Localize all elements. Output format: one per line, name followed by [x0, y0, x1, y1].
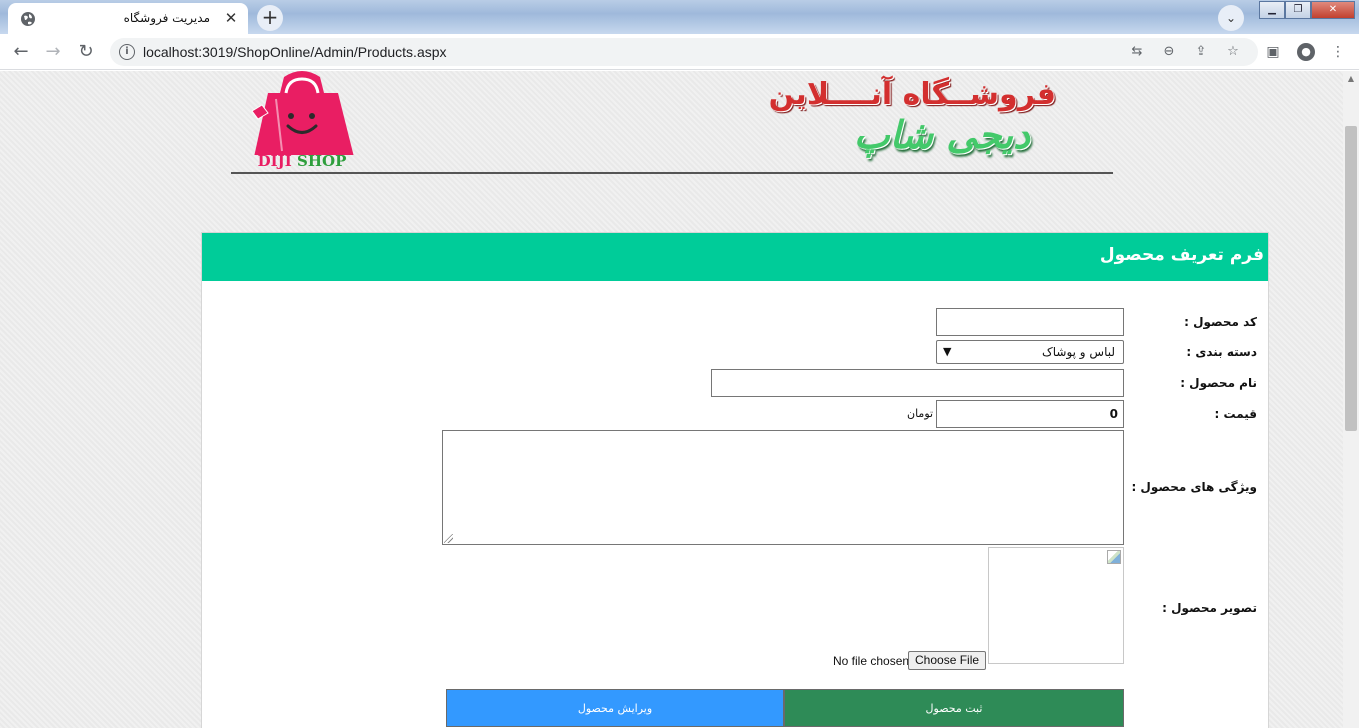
window-close-button[interactable]: ✕: [1311, 1, 1355, 19]
diji-shop-logo[interactable]: DIJI SHOP: [246, 71, 358, 171]
resize-grip-icon[interactable]: [444, 534, 453, 543]
page-scrollbar[interactable]: ▲: [1343, 71, 1359, 728]
new-tab-button[interactable]: +: [257, 5, 283, 31]
browser-tab-strip: مدیریت فروشگاه ✕ + ⌄ ▁ ❐ ✕: [0, 0, 1359, 34]
bookmark-star-icon[interactable]: ☆: [1224, 43, 1242, 61]
logo-word-shop: SHOP: [297, 152, 347, 170]
product-image-label: تصویر محصول :: [1162, 601, 1257, 615]
form-title: فرم تعریف محصول: [1099, 245, 1264, 265]
side-panel-icon[interactable]: ▣: [1264, 43, 1282, 61]
reload-icon[interactable]: ↻: [74, 40, 98, 64]
category-label: دسته بندی :: [1186, 345, 1257, 359]
scroll-up-arrow-icon[interactable]: ▲: [1346, 74, 1356, 84]
chevron-down-icon: ▼: [943, 345, 952, 358]
minimize-button[interactable]: ▁: [1259, 1, 1285, 19]
price-label: قیمت :: [1214, 407, 1257, 421]
window-controls: ▁ ❐ ✕: [1259, 1, 1355, 19]
page-viewport: DIJI SHOP فروشــگاه آنــــلاین دیجی شاپ …: [0, 71, 1343, 728]
tab-search-button[interactable]: ⌄: [1218, 5, 1244, 31]
back-arrow-icon[interactable]: ←: [9, 40, 33, 64]
chevron-down-icon: ⌄: [1225, 11, 1237, 25]
shopping-bag-icon: [251, 71, 354, 157]
site-info-icon[interactable]: i: [119, 44, 135, 60]
banner-title-diji-shop: دیجی شاپ: [853, 113, 1030, 157]
features-label: ویژگی های محصول :: [1131, 480, 1257, 494]
banner-title-online-shop: فروشــگاه آنــــلاین: [768, 77, 1056, 112]
shop-banner: فروشــگاه آنــــلاین دیجی شاپ: [769, 73, 1070, 168]
product-form-panel: فرم تعریف محصول کد محصول : دسته بندی : ل…: [201, 232, 1269, 728]
product-name-input[interactable]: [711, 369, 1124, 397]
translate-icon[interactable]: ⇆: [1128, 43, 1146, 61]
product-image-preview: [988, 547, 1124, 664]
category-select[interactable]: لباس و پوشاک ▼: [936, 340, 1124, 364]
category-selected-value: لباس و پوشاک: [1042, 345, 1115, 359]
form-header: فرم تعریف محصول: [202, 233, 1268, 281]
restore-button[interactable]: ❐: [1285, 1, 1311, 19]
share-icon[interactable]: ⇪: [1192, 43, 1210, 61]
features-textarea[interactable]: [442, 430, 1124, 545]
profile-avatar-icon[interactable]: ●: [1297, 43, 1315, 61]
save-product-button[interactable]: ثبت محصول: [784, 689, 1124, 727]
product-code-label: کد محصول :: [1184, 315, 1257, 329]
logo-word-diji: DIJI: [257, 152, 292, 170]
forward-arrow-icon[interactable]: →: [41, 40, 65, 64]
product-code-input[interactable]: [936, 308, 1124, 336]
no-file-chosen-text: No file chosen: [833, 654, 910, 668]
price-input[interactable]: 0: [936, 400, 1124, 428]
url-text[interactable]: localhost:3019/ShopOnline/Admin/Products…: [143, 44, 447, 60]
address-bar[interactable]: i localhost:3019/ShopOnline/Admin/Produc…: [110, 38, 1258, 66]
browser-tab[interactable]: مدیریت فروشگاه ✕: [8, 3, 248, 34]
scrollbar-thumb[interactable]: [1345, 126, 1357, 431]
product-name-label: نام محصول :: [1180, 376, 1257, 390]
edit-product-button[interactable]: ویرایش محصول: [446, 689, 784, 727]
tab-title: مدیریت فروشگاه: [123, 11, 210, 25]
menu-kebab-icon[interactable]: ⋮: [1329, 43, 1347, 61]
browser-toolbar: ← → ↻ i localhost:3019/ShopOnline/Admin/…: [0, 34, 1359, 70]
globe-icon: [21, 12, 35, 26]
header-divider: [231, 172, 1113, 174]
price-unit-label: تومان: [907, 407, 934, 420]
choose-file-button[interactable]: Choose File: [908, 651, 987, 670]
tab-close-icon[interactable]: ✕: [222, 9, 240, 27]
logo-wordmark: DIJI SHOP: [246, 152, 358, 170]
zoom-icon[interactable]: ⊖: [1160, 43, 1178, 61]
broken-image-icon: [1107, 550, 1121, 564]
